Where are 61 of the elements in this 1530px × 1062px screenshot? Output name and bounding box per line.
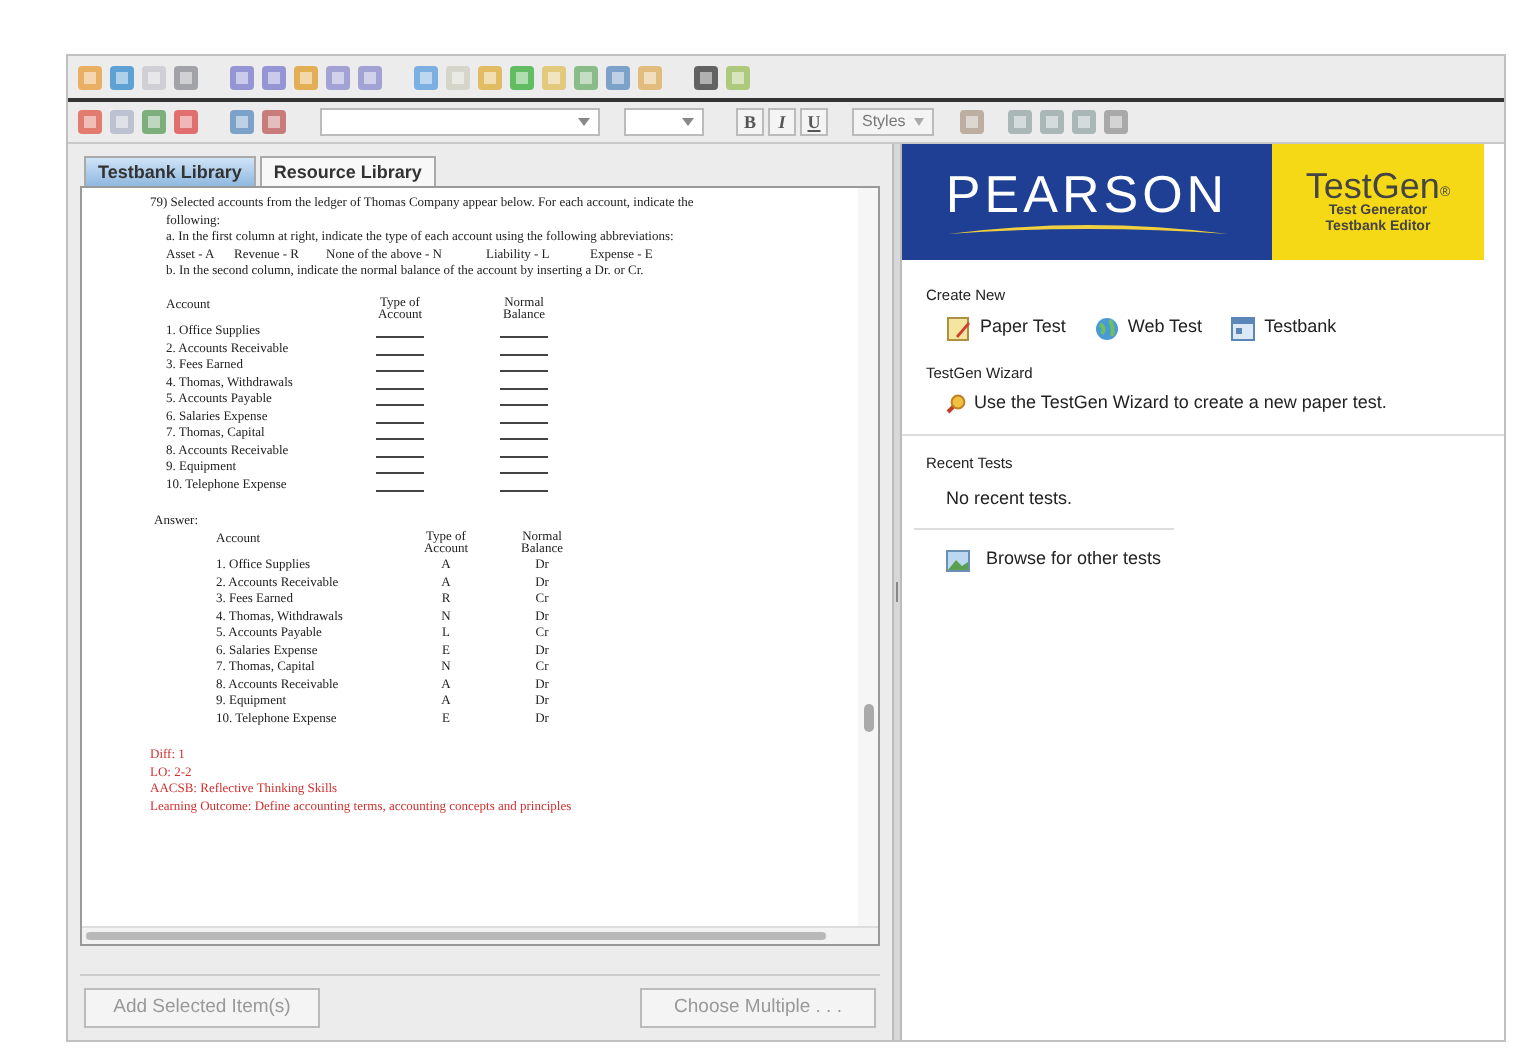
toolbar-icon[interactable] <box>604 63 632 91</box>
library-tab[interactable]: Resource Library <box>259 156 436 186</box>
blank-line <box>376 472 424 475</box>
splitter[interactable] <box>892 144 902 1040</box>
styles-dropdown[interactable]: Styles <box>852 108 934 136</box>
horizontal-scrollbar[interactable] <box>82 926 878 944</box>
underline-button[interactable]: U <box>800 108 828 136</box>
toolbar-icon[interactable] <box>172 63 200 91</box>
blank-line <box>500 336 548 339</box>
blank-line <box>376 421 424 424</box>
size-dropdown[interactable] <box>624 108 704 136</box>
toolbar-icon[interactable] <box>228 63 256 91</box>
caret-icon <box>682 117 694 127</box>
toolbar-icon[interactable] <box>228 108 256 136</box>
toolbar-icon[interactable] <box>692 63 720 91</box>
wizard-link[interactable]: Use the TestGen Wizard to create a new paper test. <box>926 390 1480 417</box>
blank-line <box>376 404 424 407</box>
blank-line <box>376 489 424 492</box>
browse-link[interactable]: Browse for other tests <box>902 546 1504 574</box>
create-link[interactable]: Testbank <box>1230 314 1337 342</box>
scroll-thumb[interactable] <box>86 932 826 940</box>
toolbar-icon[interactable] <box>260 63 288 91</box>
create-link[interactable]: Paper Test <box>946 314 1066 342</box>
bold-button[interactable]: B <box>736 108 764 136</box>
blank-line <box>500 438 548 441</box>
font-dropdown[interactable] <box>320 108 600 136</box>
italic-button[interactable]: I <box>768 108 796 136</box>
blank-line <box>500 489 548 492</box>
create-link[interactable]: Web Test <box>1093 314 1203 342</box>
product-name: TestGen <box>1305 167 1440 204</box>
vertical-scrollbar[interactable] <box>858 188 878 926</box>
blank-line <box>500 387 548 390</box>
blank-line <box>500 353 548 356</box>
blank-line <box>376 438 424 441</box>
blank-line <box>500 404 548 407</box>
swoosh-icon <box>947 220 1227 236</box>
publisher-logo: PEARSON <box>945 168 1229 220</box>
blank-line <box>500 370 548 373</box>
blank-line <box>376 370 424 373</box>
blank-line <box>500 472 548 475</box>
scroll-thumb[interactable] <box>863 704 873 732</box>
toolbar-icon[interactable] <box>172 108 200 136</box>
library-tab[interactable]: Testbank Library <box>84 156 256 186</box>
document-pencil-icon <box>946 315 972 341</box>
blank-line <box>500 455 548 458</box>
toolbar-icon[interactable] <box>260 108 288 136</box>
magnifier-icon <box>946 393 966 414</box>
calendar-icon <box>1230 315 1257 341</box>
caret-icon <box>578 117 590 127</box>
toolbar-icon[interactable] <box>76 108 104 136</box>
blank-line <box>500 421 548 424</box>
toolbar-icon[interactable] <box>108 63 136 91</box>
picture-folder-icon <box>946 549 970 571</box>
blank-line <box>376 353 424 356</box>
blank-line <box>376 455 424 458</box>
blank-line <box>376 387 424 390</box>
blank-line <box>376 336 424 339</box>
caret-icon <box>913 118 924 126</box>
empty-message: No recent tests. <box>944 485 1075 512</box>
globe-icon <box>1093 315 1120 341</box>
toolbar-icon[interactable] <box>140 108 168 136</box>
